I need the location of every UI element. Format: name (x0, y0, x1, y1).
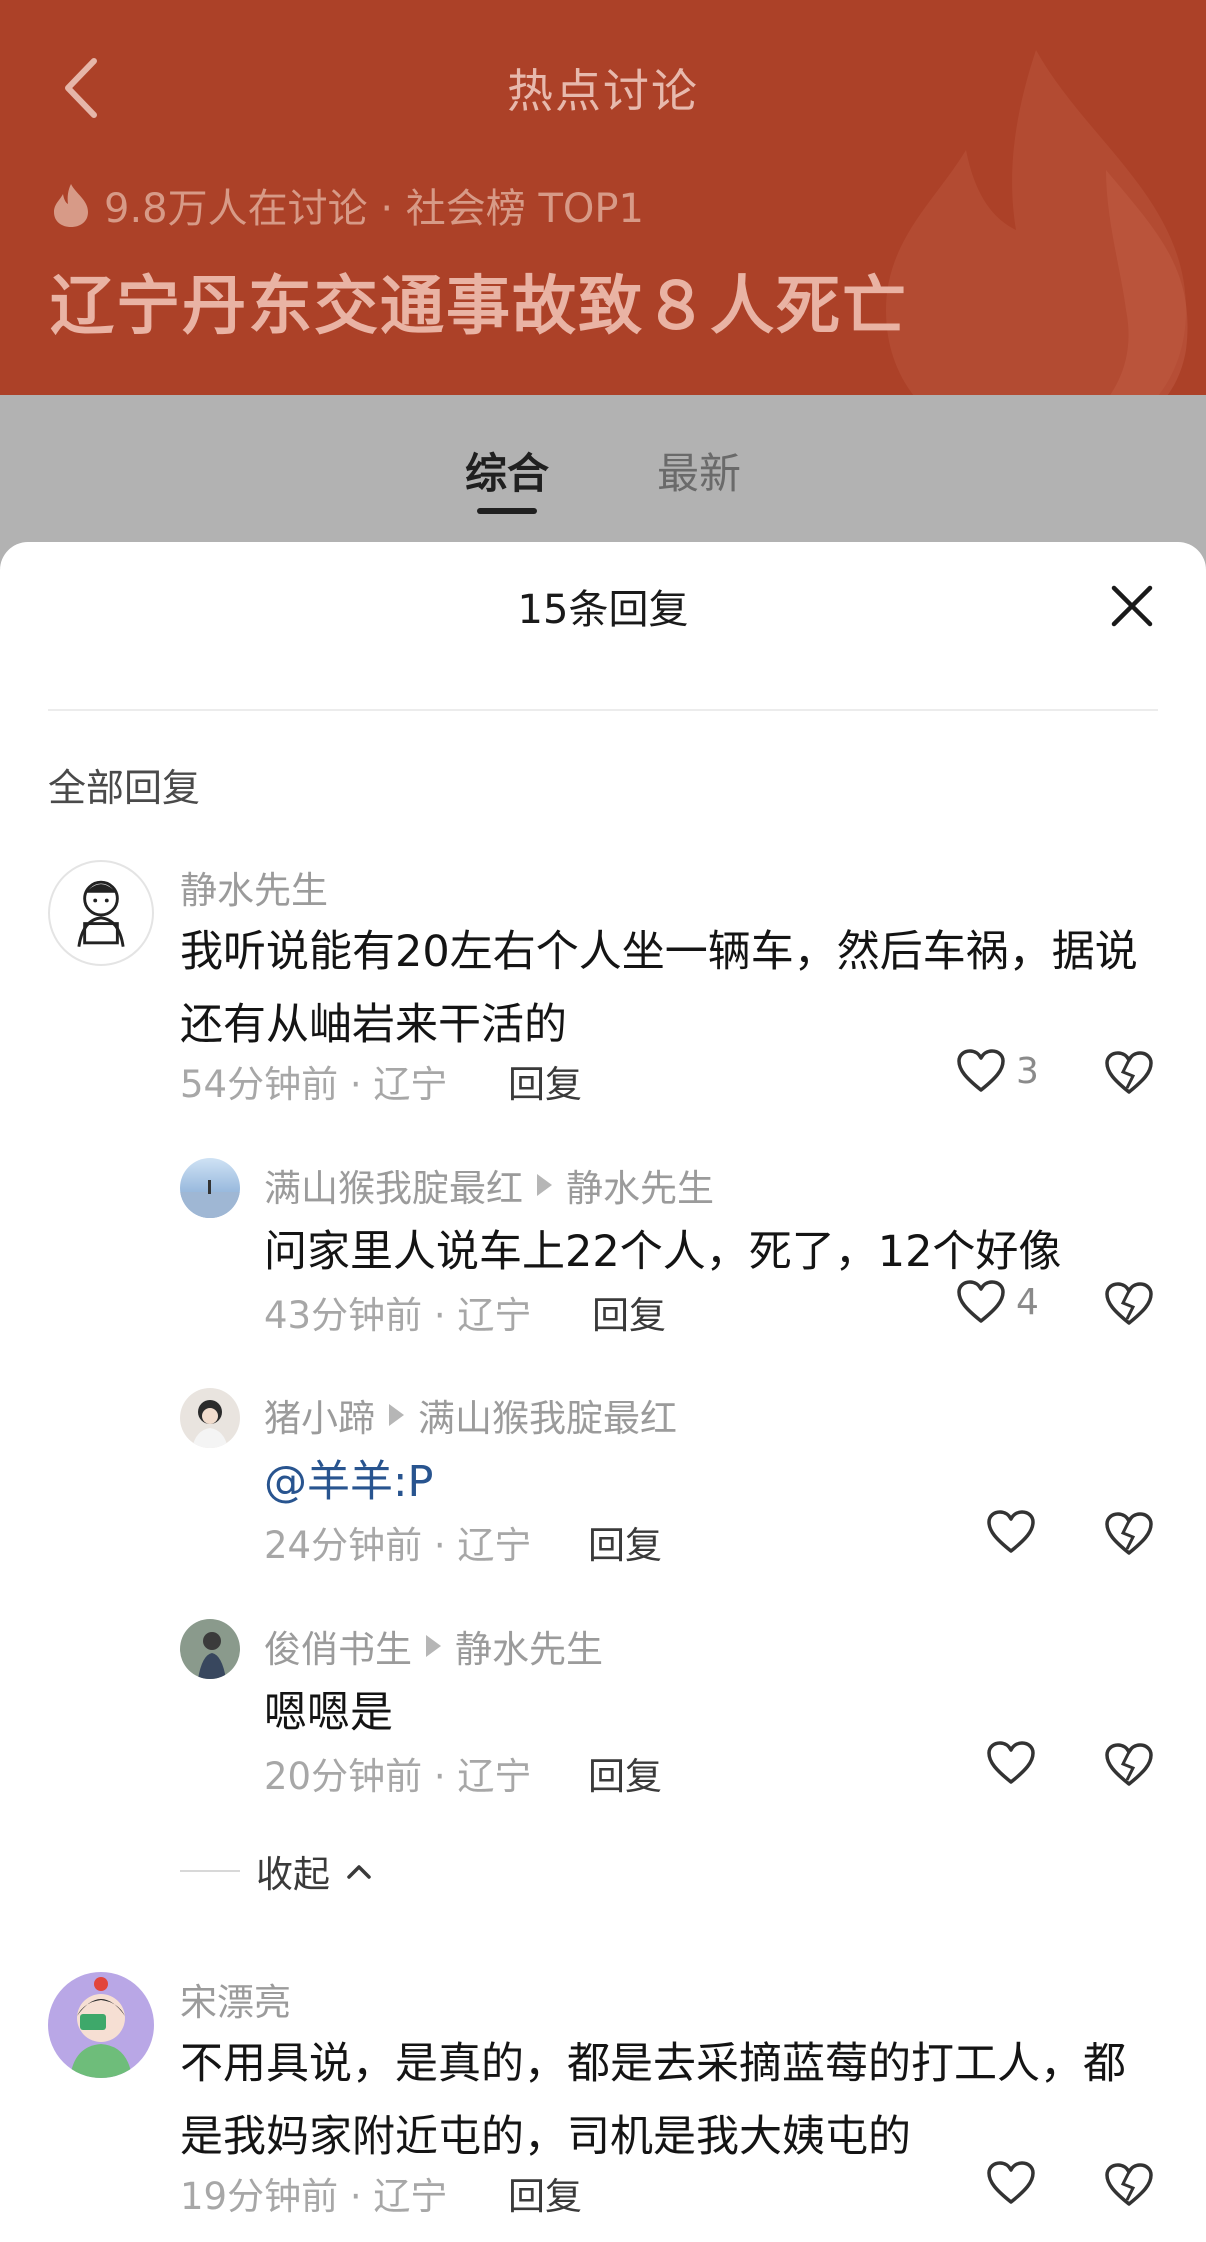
comment-text: 我听说能有20左右个人坐一辆车，然后车祸，据说还有从岫岩来干活的 (180, 927, 1138, 1050)
topic-meta-text: 9.8万人在讨论 · 社会榜 TOP1 (104, 186, 644, 232)
flame-icon (54, 184, 88, 227)
reply-to-arrow-icon (537, 1174, 552, 1196)
comment-time: 54分钟前 · 辽宁 (180, 1063, 448, 1106)
avatar[interactable] (180, 1619, 240, 1679)
reply-username-line: 满山猴我腚最红 静水先生 (264, 1158, 714, 1212)
reply-button[interactable]: 回复 (588, 1515, 662, 1569)
username[interactable]: 俊俏书生 (264, 1619, 412, 1673)
heart-outline-icon (957, 1280, 1005, 1323)
heart-outline-icon (987, 1510, 1035, 1553)
close-icon (1111, 585, 1153, 627)
username[interactable]: 宋漂亮 (180, 1972, 291, 2026)
reply-button[interactable]: 回复 (508, 2166, 582, 2220)
comment-text: 嗯嗯是 (264, 1688, 393, 1738)
avatar[interactable] (180, 1388, 240, 1448)
mention-link[interactable]: @羊羊:P (264, 1446, 433, 1519)
like-button[interactable]: 4 (956, 1279, 1039, 1325)
topic-header: 热点讨论 9.8万人在讨论 · 社会榜 TOP1 辽宁丹东交通事故致８人死亡 (0, 0, 1206, 396)
dislike-button[interactable] (1104, 1742, 1154, 1792)
username[interactable]: 静水先生 (180, 860, 328, 914)
reply-button[interactable]: 回复 (588, 1746, 662, 1800)
reply-to-arrow-icon (389, 1404, 404, 1426)
like-count: 3 (1016, 1050, 1039, 1092)
like-button[interactable] (986, 1740, 1036, 1786)
username[interactable]: 满山猴我腚最红 (264, 1158, 523, 1212)
cartoon-girl-avatar-icon (70, 1977, 132, 2078)
username[interactable]: 猪小蹄 (264, 1388, 375, 1442)
avatar[interactable] (48, 860, 154, 966)
broken-heart-icon (1105, 1051, 1153, 1094)
page-title: 热点讨论 (507, 64, 699, 118)
heart-outline-icon (987, 1741, 1035, 1784)
tab-comprehensive[interactable]: 综合 (461, 440, 553, 530)
close-button[interactable] (1108, 582, 1156, 630)
like-count: 4 (1016, 1281, 1039, 1323)
collapse-replies-button[interactable]: 收起 (180, 1844, 372, 1898)
divider (48, 709, 1158, 711)
topic-meta: 9.8万人在讨论 · 社会榜 TOP1 (52, 175, 644, 235)
dislike-button[interactable] (1104, 2162, 1154, 2212)
person-avatar-icon (198, 1632, 226, 1679)
like-button[interactable] (986, 1509, 1036, 1555)
landscape-avatar-icon (180, 1180, 240, 1218)
comment-time: 24分钟前 · 辽宁 (264, 1524, 532, 1567)
avatar[interactable] (48, 1972, 154, 2078)
broken-heart-icon (1105, 1743, 1153, 1786)
dislike-button[interactable] (1104, 1050, 1154, 1100)
heart-outline-icon (957, 1049, 1005, 1092)
replies-sheet: 15条回复 全部回复 静水先生 我听说能有20左右个人坐一辆车，然后车祸，据说还… (0, 542, 1206, 2242)
sheet-title: 15条回复 (517, 587, 689, 633)
comment-text: 不用具说，是真的，都是去采摘蓝莓的打工人，都是我妈家附近屯的，司机是我大姨屯的 (180, 2039, 1126, 2162)
dislike-button[interactable] (1104, 1511, 1154, 1561)
like-button[interactable] (986, 2160, 1036, 2206)
reply-username-line: 猪小蹄 满山猴我腚最红 (264, 1388, 677, 1442)
comment-time: 43分钟前 · 辽宁 (264, 1294, 532, 1337)
collapse-divider (180, 1870, 240, 1872)
cartoon-avatar-icon (77, 880, 125, 947)
broken-heart-icon (1105, 2163, 1153, 2206)
reply-to-username[interactable]: 静水先生 (566, 1158, 714, 1212)
dislike-button[interactable] (1104, 1281, 1154, 1331)
broken-heart-icon (1105, 1512, 1153, 1555)
comment-time: 19分钟前 · 辽宁 (180, 2175, 448, 2218)
collapse-label: 收起 (256, 1853, 330, 1896)
tab-latest[interactable]: 最新 (653, 440, 745, 530)
reply-to-arrow-icon (426, 1635, 441, 1657)
chevron-up-icon (347, 1865, 371, 1879)
comment-username[interactable]: 静水先生 (180, 860, 328, 914)
reply-button[interactable]: 回复 (508, 1054, 582, 1108)
reply-button[interactable]: 回复 (592, 1285, 666, 1339)
like-button[interactable]: 3 (956, 1048, 1039, 1094)
section-label: 全部回复 (48, 766, 201, 810)
person-avatar-icon (192, 1400, 228, 1448)
reply-to-username[interactable]: 静水先生 (455, 1619, 603, 1673)
heart-outline-icon (987, 2161, 1035, 2204)
reply-username-line: 俊俏书生 静水先生 (264, 1619, 603, 1673)
comment-time: 20分钟前 · 辽宁 (264, 1755, 532, 1798)
tab-bar: 综合 最新 (0, 440, 1206, 530)
avatar[interactable] (180, 1158, 240, 1218)
reply-to-username[interactable]: 满山猴我腚最红 (418, 1388, 677, 1442)
comment-username[interactable]: 宋漂亮 (180, 1972, 291, 2026)
topic-headline: 辽宁丹东交通事故致８人死亡 (50, 270, 908, 344)
broken-heart-icon (1105, 1282, 1153, 1325)
